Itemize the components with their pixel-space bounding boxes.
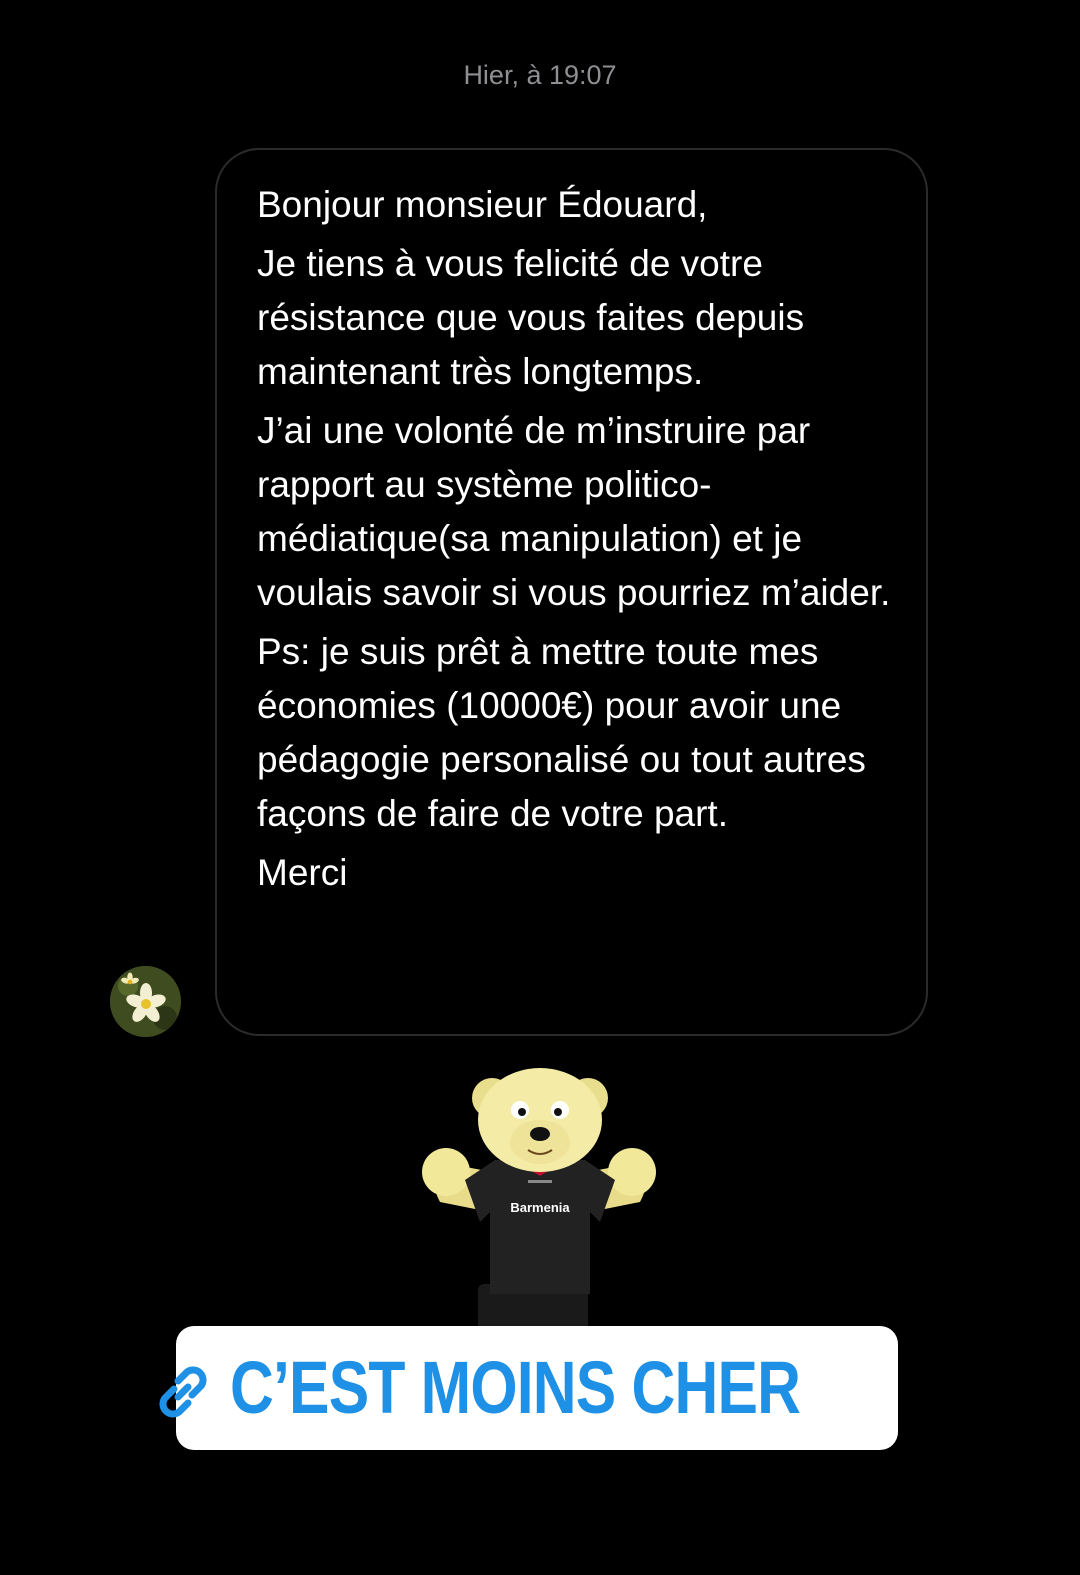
bear-mascot-icon: Barmenia 04 — [422, 1068, 656, 1347]
message-paragraph: Je tiens à vous felicité de votre résist… — [257, 243, 805, 392]
message-bubble[interactable]: Bonjour monsieur Édouard, Je tiens à vou… — [215, 148, 928, 1036]
message-paragraph: J’ai une volonté de m’instruire par rapp… — [257, 410, 891, 613]
message-paragraph: Bonjour monsieur Édouard, — [257, 184, 708, 225]
message-timestamp: Hier, à 19:07 — [463, 60, 617, 90]
link-icon — [159, 1366, 207, 1418]
bear-mascot-sticker[interactable]: Barmenia 04 — [420, 1062, 660, 1347]
link-sticker-label: C’EST MOINS CHER — [230, 1346, 801, 1429]
jersey-sponsor-label: Barmenia — [510, 1200, 570, 1215]
message-paragraph: Merci — [257, 852, 348, 893]
sender-avatar[interactable] — [110, 966, 181, 1037]
flower-avatar-icon — [110, 966, 181, 1037]
message-paragraph: Ps: je suis prêt à mettre toute mes écon… — [257, 631, 866, 834]
link-sticker-button[interactable]: C’EST MOINS CHER — [159, 1326, 898, 1450]
